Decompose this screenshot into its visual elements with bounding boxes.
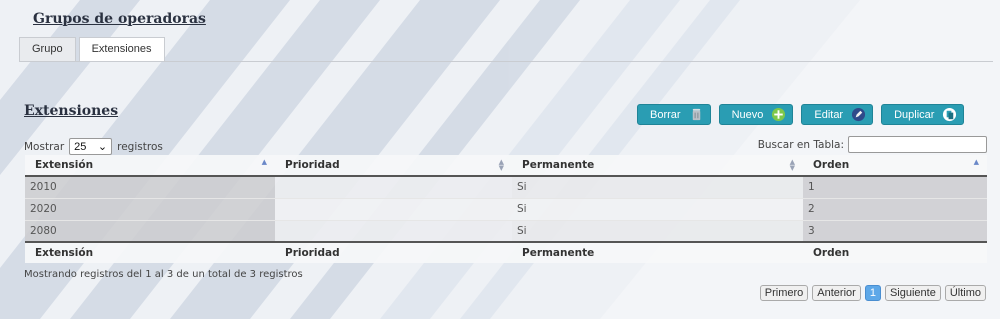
cell-extension: 2020 — [25, 198, 275, 221]
table-row[interactable]: 2010 Si 1 — [25, 176, 987, 199]
table-row[interactable]: 2080 Si 3 — [25, 220, 987, 243]
cell-priority — [275, 198, 512, 221]
previous-page-button[interactable]: Anterior — [812, 285, 861, 301]
cell-extension: 2010 — [25, 176, 275, 199]
current-page-button[interactable]: 1 — [864, 285, 881, 301]
page-length-select[interactable]: 25 ⌄ — [69, 138, 113, 155]
cell-order: 2 — [803, 198, 987, 221]
table-footer-row: Extensión Prioridad Permanente Orden — [25, 241, 987, 263]
column-header-priority[interactable]: Prioridad ▲ ▼ — [275, 155, 512, 177]
page-length-value: 25 — [74, 140, 87, 153]
duplicate-button-label: Duplicar — [894, 108, 935, 121]
tab-bar: Grupo Extensiones — [19, 37, 168, 62]
column-header-permanent[interactable]: Permanente ▲ ▼ — [512, 155, 803, 177]
footer-priority: Prioridad — [275, 241, 512, 263]
delete-button[interactable]: Borrar — [637, 104, 711, 125]
cell-priority — [275, 176, 512, 199]
extensions-table: Extensión ▲ Prioridad ▲ ▼ Permanente ▲ ▼ Orde… — [25, 155, 987, 263]
next-page-button[interactable]: Siguiente — [884, 285, 941, 301]
sort-both-icon: ▲ ▼ — [498, 158, 504, 172]
edit-button-label: Editar — [814, 108, 844, 121]
cell-permanent: Si — [512, 220, 803, 243]
section-title: Extensiones — [24, 103, 119, 119]
cell-permanent: Si — [512, 198, 803, 221]
last-page-button[interactable]: Último — [944, 285, 986, 301]
table-info: Mostrando registros del 1 al 3 de un tot… — [24, 269, 303, 280]
cell-priority — [275, 220, 512, 243]
tab-extensiones[interactable]: Extensiones — [78, 37, 165, 62]
plus-icon — [772, 107, 786, 122]
page-length-prefix: Mostrar — [24, 140, 65, 153]
tab-grupo[interactable]: Grupo — [19, 37, 76, 61]
search-input[interactable] — [848, 136, 987, 153]
trash-icon — [692, 108, 700, 121]
new-button[interactable]: Nuevo — [718, 104, 794, 125]
page-length-control: Mostrar 25 ⌄ registros — [24, 138, 163, 155]
page-length-suffix: registros — [117, 140, 163, 153]
duplicate-button[interactable]: Duplicar — [881, 104, 965, 125]
sort-asc-icon: ▲ — [261, 158, 267, 166]
table-search: Buscar en Tabla: — [758, 136, 987, 153]
search-label: Buscar en Tabla: — [757, 138, 844, 151]
pencil-icon — [852, 107, 866, 122]
footer-permanent: Permanente — [512, 241, 803, 263]
edit-button[interactable]: Editar — [801, 104, 874, 125]
cell-order: 3 — [803, 220, 987, 243]
sort-asc-icon: ▲ — [973, 158, 979, 166]
delete-button-label: Borrar — [650, 108, 681, 121]
page-title: Grupos de operadoras — [33, 11, 206, 27]
column-header-extension[interactable]: Extensión ▲ — [25, 155, 275, 177]
table-header-row: Extensión ▲ Prioridad ▲ ▼ Permanente ▲ ▼ Orde… — [25, 155, 987, 177]
cell-permanent: Si — [512, 176, 803, 199]
footer-extension: Extensión — [25, 241, 275, 263]
cell-order: 1 — [803, 176, 987, 199]
copy-icon — [943, 107, 957, 122]
pagination: Primero Anterior 1 Siguiente Último — [756, 285, 986, 301]
new-button-label: Nuevo — [731, 108, 764, 121]
column-header-order[interactable]: Orden ▲ — [803, 155, 987, 177]
action-toolbar: Borrar Nuevo Editar Duplicar — [637, 104, 972, 125]
sort-both-icon: ▲ ▼ — [789, 158, 795, 172]
chevron-down-icon: ⌄ — [97, 141, 108, 153]
first-page-button[interactable]: Primero — [759, 285, 809, 301]
cell-extension: 2080 — [25, 220, 275, 243]
table-row[interactable]: 2020 Si 2 — [25, 198, 987, 221]
footer-order: Orden — [803, 241, 987, 263]
